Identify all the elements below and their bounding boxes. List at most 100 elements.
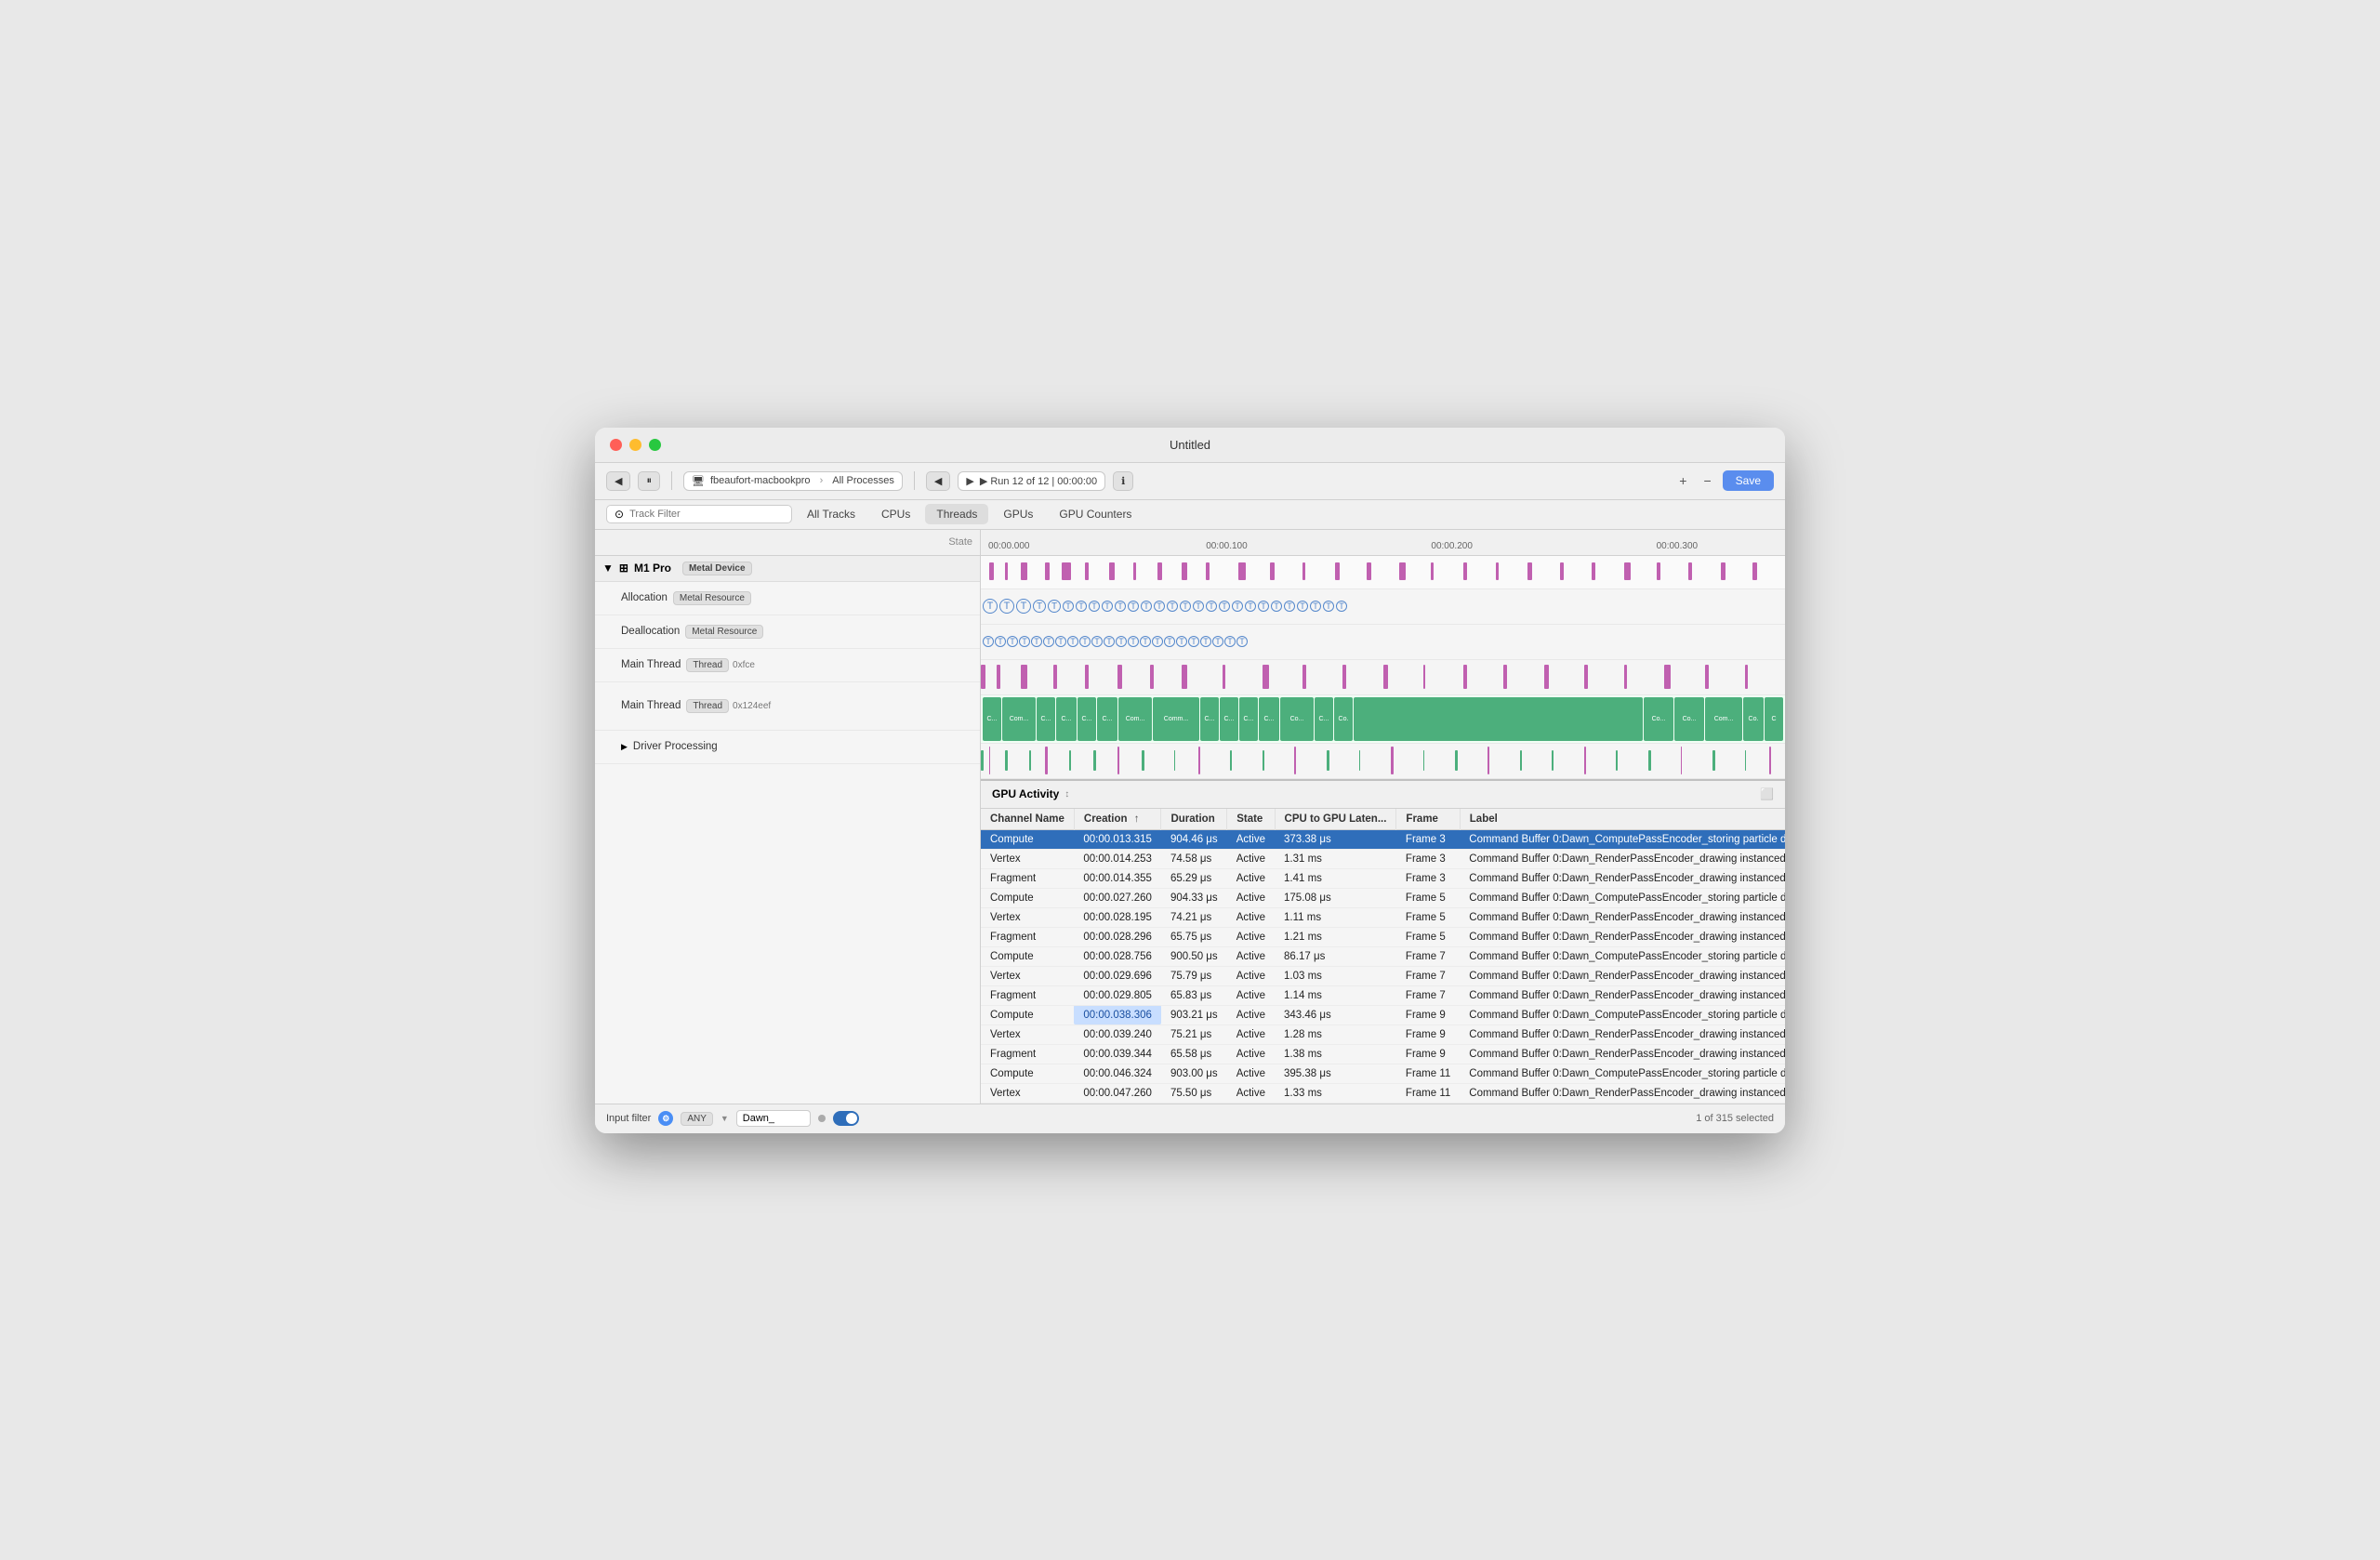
track-group-m1pro[interactable]: ▼ ⊞ M1 Pro Metal Device [595,556,980,582]
run-prev-button[interactable]: ◀ [926,471,950,491]
driver-label: Driver Processing [633,741,718,752]
cell-frame: Frame 5 [1396,927,1460,946]
cell-frame: Frame 3 [1396,849,1460,868]
tab-threads[interactable]: Threads [925,504,988,524]
breadcrumb-separator: › [820,475,824,486]
back-button[interactable]: ◀ [606,471,630,491]
track-filter[interactable]: ⊙ [606,505,792,523]
cell-frame: Frame 7 [1396,985,1460,1005]
cell-latency: 1.33 ms [1275,1083,1396,1103]
table-container[interactable]: Channel Name Creation ↑ Duration State C… [981,809,1785,1104]
track-row-3: T T T T T T T T T T T T T T T [981,625,1785,660]
col-channel-name[interactable]: Channel Name [981,809,1074,830]
tab-cpus[interactable]: CPUs [870,504,921,524]
cell-frame: Frame 9 [1396,1005,1460,1025]
window-title: Untitled [1170,438,1210,452]
cell-latency: 175.08 μs [1275,888,1396,907]
col-creation[interactable]: Creation ↑ [1074,809,1161,830]
table-row[interactable]: Compute00:00.027.260904.33 μsActive175.0… [981,888,1785,907]
cell-latency: 86.17 μs [1275,946,1396,966]
track-row-4 [981,660,1785,695]
track-filter-input[interactable] [629,509,760,520]
thread-badge-2: Thread [686,699,729,713]
col-frame[interactable]: Frame [1396,809,1460,830]
minimize-button[interactable] [629,439,641,451]
cell-creation: 00:00.038.306 [1074,1005,1161,1025]
table-row[interactable]: Compute00:00.013.315904.46 μsActive373.3… [981,829,1785,849]
track-row-green: C... Com... C... C... C... C... Com... C… [981,695,1785,744]
tab-gpus[interactable]: GPUs [992,504,1044,524]
table-row[interactable]: Compute00:00.046.324903.00 μsActive395.3… [981,1064,1785,1083]
table-row[interactable]: Fragment00:00.039.34465.58 μsActive1.38 … [981,1044,1785,1064]
table-row[interactable]: Vertex00:00.029.69675.79 μsActive1.03 ms… [981,966,1785,985]
col-state[interactable]: State [1227,809,1275,830]
filter-bar: Input filter ⚙ ANY ▼ 1 of 315 selected [595,1104,1785,1133]
filter-icon: ⊙ [615,508,624,521]
cell-creation: 00:00.028.296 [1074,927,1161,946]
table-row[interactable]: Vertex00:00.028.19574.21 μsActive1.11 ms… [981,907,1785,927]
run-label: ▶ Run 12 of 12 | 00:00:00 [980,475,1097,487]
cell-creation: 00:00.014.355 [1074,868,1161,888]
table-row[interactable]: Fragment00:00.029.80565.83 μsActive1.14 … [981,985,1785,1005]
cell-creation: 00:00.028.195 [1074,907,1161,927]
table-row[interactable]: Compute00:00.028.756900.50 μsActive86.17… [981,946,1785,966]
cell-channel: Vertex [981,907,1074,927]
cell-creation: 00:00.028.756 [1074,946,1161,966]
left-panel: State ▼ ⊞ M1 Pro Metal Device Allocation… [595,530,981,1104]
cell-label: Command Buffer 0:Dawn_RenderPassEncoder_… [1460,1025,1785,1044]
cell-duration: 900.50 μs [1161,946,1227,966]
cell-state: Active [1227,927,1275,946]
cell-label: Command Buffer 0:Dawn_ComputePassEncoder… [1460,1064,1785,1083]
table-row[interactable]: Vertex00:00.014.25374.58 μsActive1.31 ms… [981,849,1785,868]
cell-channel: Compute [981,829,1074,849]
cell-state: Active [1227,888,1275,907]
close-button[interactable] [610,439,622,451]
back-icon: ◀ [615,475,622,487]
track-driver-processing[interactable]: ▶ Driver Processing [595,731,980,764]
pause-icon: ⏸ [646,475,652,487]
plus-icon: + [1679,473,1686,488]
pause-button[interactable]: ⏸ [638,471,660,491]
cell-label: Command Buffer 0:Dawn_ComputePassEncoder… [1460,829,1785,849]
cell-label: Command Buffer 0:Dawn_RenderPassEncoder_… [1460,1083,1785,1103]
cell-creation: 00:00.027.260 [1074,888,1161,907]
add-button[interactable]: + [1673,471,1692,490]
table-row[interactable]: Vertex00:00.047.26075.50 μsActive1.33 ms… [981,1083,1785,1103]
cell-frame: Frame 7 [1396,966,1460,985]
filter-input[interactable] [736,1110,811,1127]
expand-icon: ▼ [602,562,614,575]
cell-state: Active [1227,985,1275,1005]
process-label: All Processes [832,475,894,486]
save-button[interactable]: Save [1723,470,1774,491]
traffic-lights [610,439,661,451]
table-row[interactable]: Fragment00:00.028.29665.75 μsActive1.21 … [981,927,1785,946]
run-info-button[interactable]: ℹ [1113,471,1133,491]
filter-toggle[interactable] [833,1111,859,1126]
expand-gpu-button[interactable]: ⬜ [1760,787,1774,800]
col-duration[interactable]: Duration [1161,809,1227,830]
col-latency[interactable]: CPU to GPU Laten... [1275,809,1396,830]
allocation-label: Allocation [621,592,668,603]
maximize-button[interactable] [649,439,661,451]
cell-creation: 00:00.029.805 [1074,985,1161,1005]
table-row[interactable]: Fragment00:00.014.35565.29 μsActive1.41 … [981,868,1785,888]
cell-latency: 1.38 ms [1275,1044,1396,1064]
subtract-button[interactable]: − [1698,471,1716,490]
run-play-icon: ▶ [966,475,973,487]
minus-icon: − [1703,473,1711,488]
main-area: State ▼ ⊞ M1 Pro Metal Device Allocation… [595,530,1785,1104]
grid-icon: ⊞ [619,562,628,575]
cell-label: Command Buffer 0:Dawn_ComputePassEncoder… [1460,1005,1785,1025]
tab-gpu-counters[interactable]: GPU Counters [1048,504,1143,524]
main-thread-1-label: Main Thread [621,659,681,670]
table-row[interactable]: Vertex00:00.039.24075.21 μsActive1.28 ms… [981,1025,1785,1044]
cell-label: Command Buffer 0:Dawn_RenderPassEncoder_… [1460,1044,1785,1064]
cell-state: Active [1227,868,1275,888]
cell-frame: Frame 3 [1396,868,1460,888]
run-prev-icon: ◀ [934,475,942,487]
table-row[interactable]: Compute00:00.038.306903.21 μsActive343.4… [981,1005,1785,1025]
group-name: M1 Pro [634,562,671,575]
cell-label: Command Buffer 0:Dawn_RenderPassEncoder_… [1460,927,1785,946]
tab-all-tracks[interactable]: All Tracks [796,504,866,524]
col-label[interactable]: Label [1460,809,1785,830]
